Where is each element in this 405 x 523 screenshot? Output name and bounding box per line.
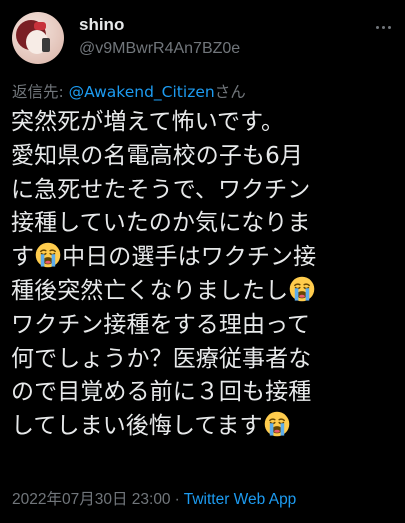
tweet-body-text: ので目覚める前に３回も接種 [11, 379, 312, 406]
tweet-body-text: 接種していたのか気になりま [11, 210, 311, 237]
tweet-body-line: ワクチン接種をする理由って [11, 309, 397, 343]
tweet-meta: 2022年07月30日 23:00 · Twitter Web App [12, 487, 296, 509]
tweet-body-text: してしまい後悔してます [11, 413, 263, 440]
loudly-crying-face-icon [289, 276, 315, 302]
tweet-body-line: 何でしょうか？医療従事者な [11, 343, 397, 377]
reply-suffix: さん [214, 83, 246, 101]
tweet-body-line: ので目覚める前に３回も接種 [11, 376, 397, 410]
loudly-crying-face-icon [35, 242, 61, 268]
tweet-card: shino @v9MBwrR4An7BZ0e 返信先: @Awakend_Cit… [0, 0, 405, 523]
tweet-body-text: 突然死が増えて怖いです。 [11, 109, 285, 135]
tweet-body: 突然死が増えて怖いです。 愛知県の名電高校の子も6月 に急死せたそうで、ワクチン 接種… [11, 106, 397, 444]
tweet-body-line: してしまい後悔してます [11, 410, 397, 444]
tweet-body-line: す中日の選手はワクチン接 [11, 241, 397, 275]
tweet-body-line: 種後突然亡くなりましたし [11, 275, 397, 309]
user-handle[interactable]: @v9MBwrR4An7BZ0e [79, 40, 240, 58]
tweet-body-text: ワクチン接種をする理由って [11, 311, 311, 338]
tweet-body-text: 中日の選手はワクチン接 [62, 244, 317, 271]
source-link[interactable]: Twitter Web App [184, 491, 297, 508]
reply-to-line: 返信先: @Awakend_Citizenさん [12, 80, 246, 102]
tweet-body-line: 接種していたのか気になりま [11, 207, 397, 241]
tweet-body-text: 愛知県の名電高校の子も6月 [11, 142, 303, 169]
reply-prefix: 返信先: [12, 83, 69, 101]
avatar-bow [34, 22, 46, 30]
avatar-phone [42, 38, 50, 52]
display-name[interactable]: shino [79, 15, 124, 35]
tweet-body-line: に急死せたそうで、ワクチン [11, 174, 397, 208]
more-options-icon[interactable] [373, 17, 393, 37]
reply-target-link[interactable]: @Awakend_Citizen [69, 83, 215, 101]
tweet-body-text: す [11, 244, 35, 271]
tweet-body-text: 種後突然亡くなりましたし [11, 277, 289, 304]
tweet-body-text: 何でしょうか？医療従事者な [11, 345, 312, 372]
meta-separator: · [174, 491, 180, 508]
timestamp[interactable]: 2022年07月30日 23:00 [12, 491, 171, 508]
tweet-body-line: 突然死が増えて怖いです。 [11, 106, 397, 140]
tweet-body-line: 愛知県の名電高校の子も6月 [11, 140, 397, 174]
avatar[interactable] [12, 12, 64, 64]
tweet-body-text: に急死せたそうで、ワクチン [11, 176, 311, 203]
loudly-crying-face-icon [264, 411, 290, 437]
